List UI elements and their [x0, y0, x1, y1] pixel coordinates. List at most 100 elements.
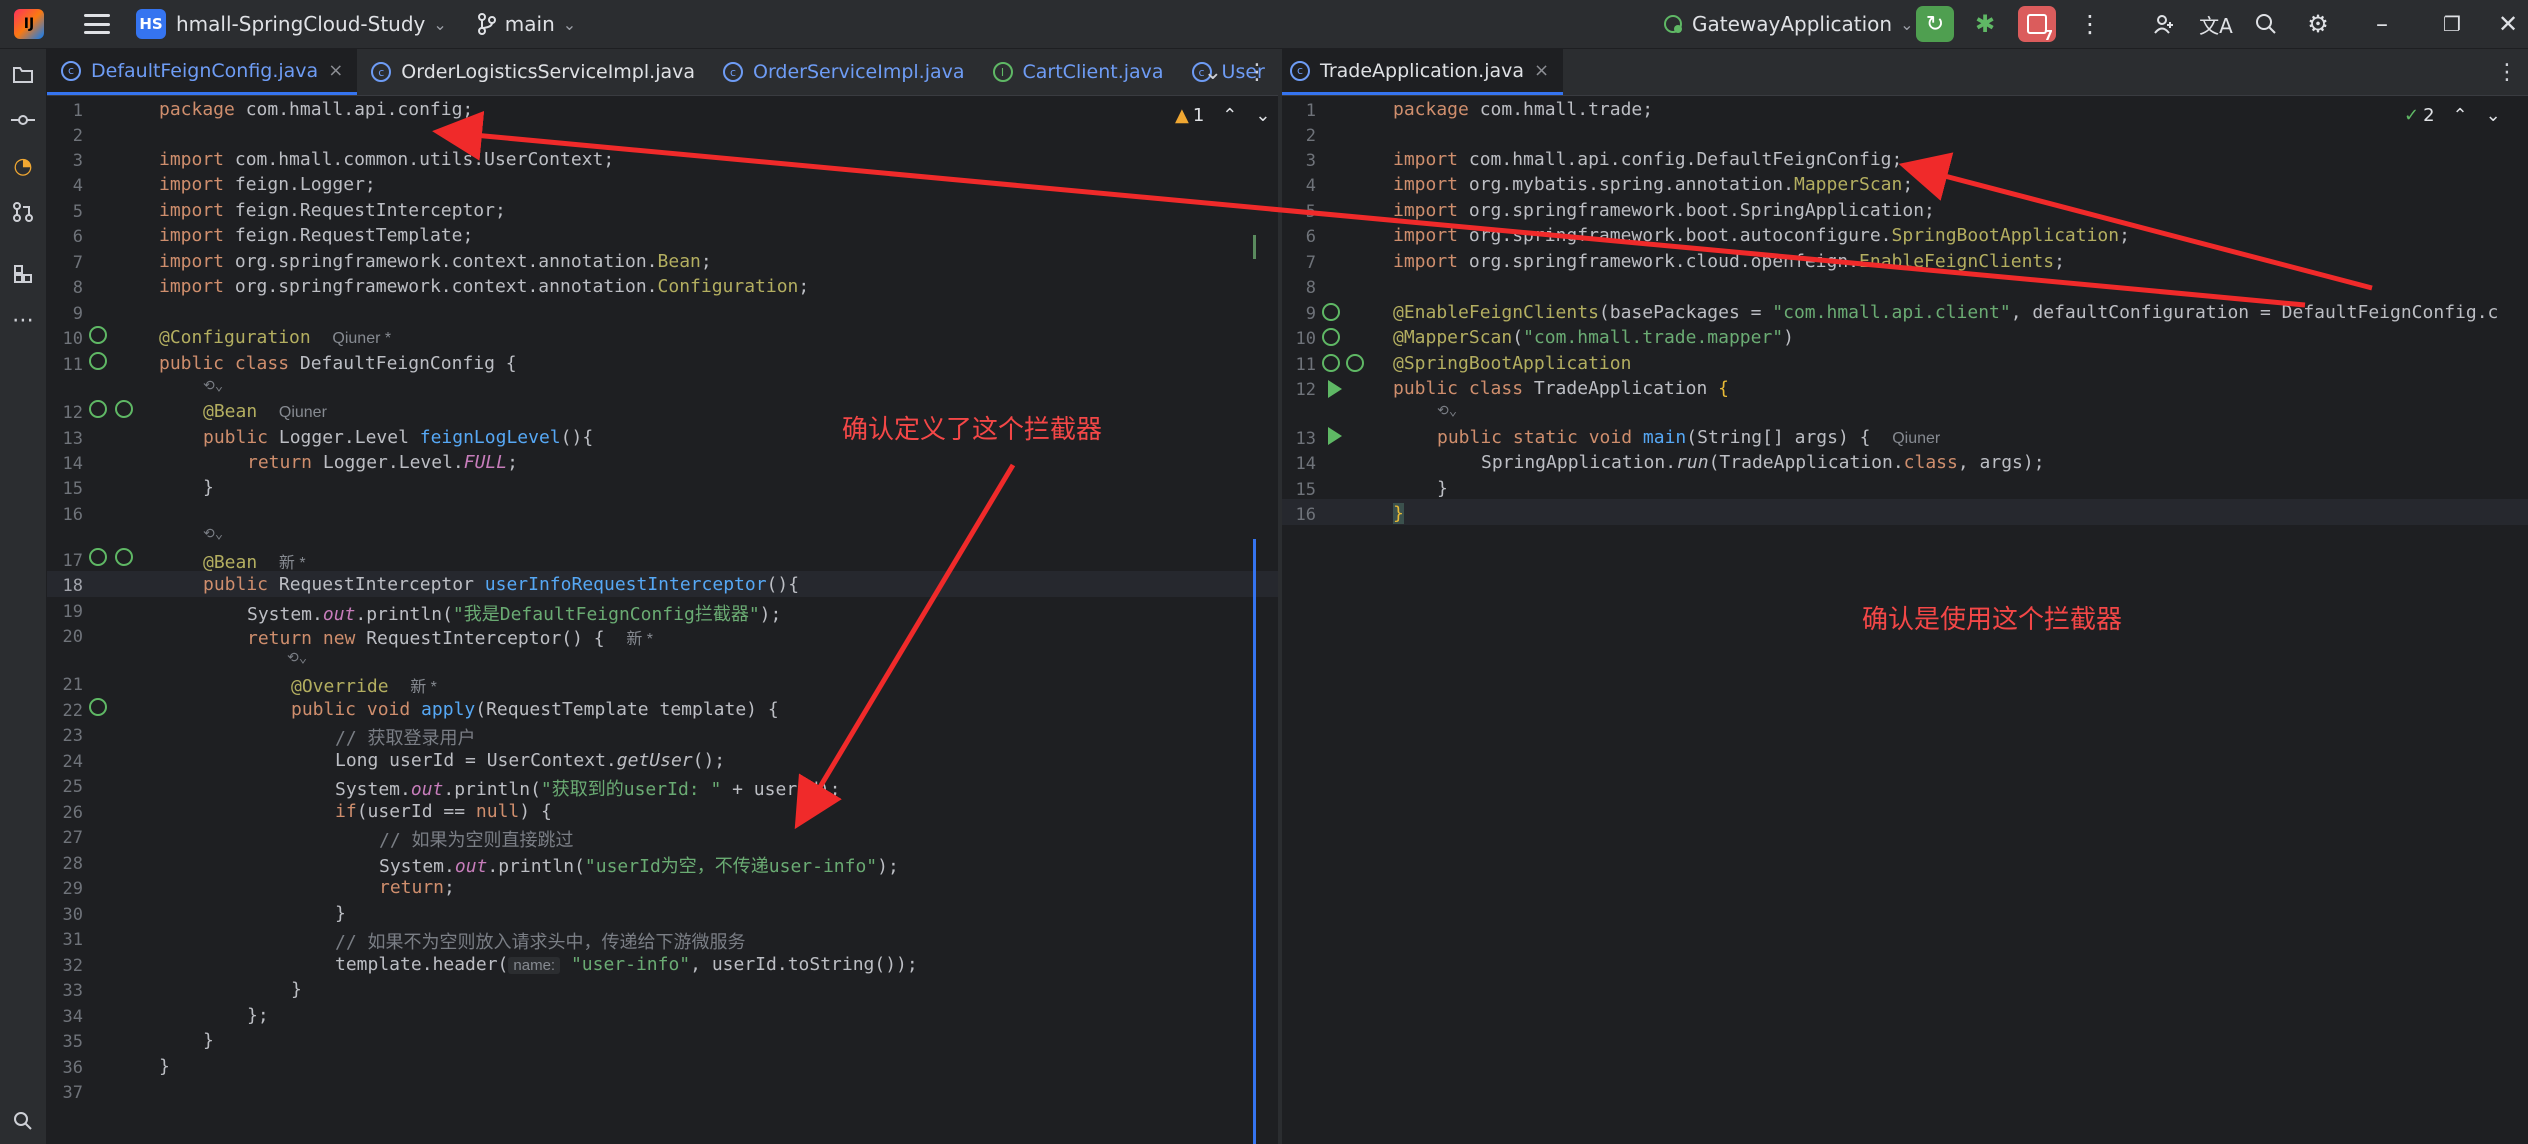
line-number[interactable]: 13: [49, 429, 83, 449]
line-number[interactable]: 9: [1282, 304, 1316, 324]
line-number[interactable]: 37: [49, 1083, 83, 1103]
line-number[interactable]: 16: [1282, 505, 1316, 525]
line-number[interactable]: 28: [49, 854, 83, 874]
code-line-9[interactable]: @EnableFeignClients(basePackages = "com.…: [1393, 302, 2498, 323]
line-number[interactable]: 5: [49, 202, 83, 222]
code-line-14[interactable]: SpringApplication.run(TradeApplication.c…: [1481, 452, 2045, 473]
bean-gutter-icon[interactable]: [89, 548, 107, 566]
fold-marker-icon[interactable]: ⟲⌄: [203, 526, 223, 542]
more-tools-icon[interactable]: ⋯: [0, 297, 46, 343]
line-number[interactable]: 7: [1282, 253, 1316, 273]
code-line-5[interactable]: import org.springframework.boot.SpringAp…: [1393, 200, 1935, 221]
code-line-20[interactable]: return new RequestInterceptor() { 新 *: [247, 625, 653, 649]
code-line-19[interactable]: System.out.println("我是DefaultFeignConfig…: [247, 600, 781, 626]
minimize-icon[interactable]: –: [2362, 4, 2402, 44]
inspection-widget[interactable]: ▲ 1 ⌃ ⌄: [1175, 105, 1270, 126]
code-line-31[interactable]: // 如果不为空则放入请求头中，传递给下游微服务: [335, 928, 746, 954]
line-number[interactable]: 27: [49, 828, 83, 848]
code-line-14[interactable]: return Logger.Level.FULL;: [247, 452, 518, 473]
code-line-1[interactable]: package com.hmall.trade;: [1393, 99, 1653, 120]
line-number[interactable]: 20: [49, 627, 83, 647]
project-folder-icon[interactable]: [0, 51, 46, 97]
code-line-28[interactable]: System.out.println("userId为空，不传递user-inf…: [379, 852, 899, 878]
bean-gutter-icon[interactable]: [115, 400, 133, 418]
search-icon[interactable]: [2246, 4, 2286, 44]
code-line-22[interactable]: public void apply(RequestTemplate templa…: [291, 699, 779, 720]
tab-orderserviceimpl[interactable]: c OrderServiceImpl.java: [709, 49, 979, 95]
line-number[interactable]: 4: [49, 176, 83, 196]
tab-orderlogisticsserviceimpl[interactable]: c OrderLogisticsServiceImpl.java: [357, 49, 709, 95]
line-number[interactable]: 11: [49, 355, 83, 375]
line-number[interactable]: 35: [49, 1032, 83, 1052]
main-menu-icon[interactable]: [84, 14, 110, 34]
restore-icon[interactable]: ❐: [2432, 4, 2472, 44]
code-line-26[interactable]: if(userId == null) {: [335, 801, 552, 822]
code-line-27[interactable]: // 如果为空则直接跳过: [379, 826, 574, 852]
chevron-up-icon[interactable]: ⌃: [2453, 105, 2468, 126]
line-number[interactable]: 15: [49, 479, 83, 499]
fold-marker-icon[interactable]: ⟲⌄: [287, 650, 307, 666]
code-line-30[interactable]: }: [335, 903, 346, 924]
tab-cartclient[interactable]: I CartClient.java: [979, 49, 1178, 95]
code-line-13[interactable]: public Logger.Level feignLogLevel(){: [203, 427, 593, 448]
line-number[interactable]: 31: [49, 930, 83, 950]
code-line-7[interactable]: import org.springframework.context.annot…: [159, 251, 712, 272]
branch-selector[interactable]: main ⌄: [477, 12, 576, 36]
bean-gutter-icon[interactable]: [115, 548, 133, 566]
code-line-3[interactable]: import com.hmall.common.utils.UserContex…: [159, 149, 614, 170]
line-number[interactable]: 4: [1282, 176, 1316, 196]
chevron-down-icon[interactable]: ⌄: [2486, 105, 2501, 126]
code-line-8[interactable]: import org.springframework.context.annot…: [159, 276, 809, 297]
line-number[interactable]: 6: [1282, 227, 1316, 247]
line-number[interactable]: 26: [49, 803, 83, 823]
spring-gutter-icon[interactable]: [1322, 354, 1340, 372]
config-gutter-icon[interactable]: [89, 326, 107, 344]
line-number[interactable]: 36: [49, 1058, 83, 1078]
line-number[interactable]: 12: [1282, 380, 1316, 400]
code-line-23[interactable]: // 获取登录用户: [335, 724, 476, 750]
close-tab-icon[interactable]: ×: [328, 60, 343, 81]
line-number[interactable]: 6: [49, 227, 83, 247]
tab-tradeapplication[interactable]: c TradeApplication.java ×: [1282, 49, 1564, 95]
line-number[interactable]: 12: [49, 403, 83, 423]
class-gutter-icon[interactable]: [89, 352, 107, 370]
line-number[interactable]: 19: [49, 602, 83, 622]
line-number[interactable]: 2: [49, 126, 83, 146]
code-line-16[interactable]: }: [1393, 503, 1404, 524]
tab-defaultfeignconfig[interactable]: c DefaultFeignConfig.java ×: [47, 49, 358, 95]
services-icon[interactable]: ◔: [0, 143, 46, 189]
code-line-10[interactable]: @Configuration Qiuner *: [159, 327, 391, 348]
more-options-icon[interactable]: ⋮: [2496, 60, 2518, 85]
fold-marker-icon[interactable]: ⟲⌄: [1437, 403, 1457, 419]
code-line-7[interactable]: import org.springframework.cloud.openfei…: [1393, 251, 2065, 272]
line-number[interactable]: 18: [49, 576, 83, 596]
bean-gutter-icon[interactable]: [89, 400, 107, 418]
line-number[interactable]: 22: [49, 701, 83, 721]
line-number[interactable]: 1: [49, 101, 83, 121]
code-line-18[interactable]: public RequestInterceptor userInfoReques…: [203, 574, 799, 595]
intellij-logo-icon[interactable]: IJ: [14, 9, 44, 39]
mapper-gutter-icon[interactable]: [1322, 328, 1340, 346]
code-line-15[interactable]: }: [1437, 478, 1448, 499]
line-number[interactable]: 8: [49, 278, 83, 298]
settings-gear-icon[interactable]: ⚙: [2298, 4, 2338, 44]
stop-button[interactable]: 7: [2018, 6, 2056, 44]
rerun-button[interactable]: ↻: [1916, 6, 1954, 42]
add-user-icon[interactable]: [2144, 4, 2184, 44]
structure-icon[interactable]: [0, 251, 46, 297]
code-line-6[interactable]: import feign.RequestTemplate;: [159, 225, 473, 246]
pull-requests-icon[interactable]: [0, 189, 46, 235]
code-line-13[interactable]: public static void main(String[] args) {…: [1437, 427, 1940, 448]
line-number[interactable]: 2: [1282, 126, 1316, 146]
line-number[interactable]: 16: [49, 505, 83, 525]
debug-button[interactable]: ✱: [1966, 6, 2004, 42]
line-number[interactable]: 21: [49, 675, 83, 695]
code-line-15[interactable]: }: [203, 477, 214, 498]
override-gutter-icon[interactable]: [89, 698, 107, 716]
chevron-down-icon[interactable]: ⌄: [1204, 60, 1222, 85]
line-number[interactable]: 9: [49, 304, 83, 324]
line-number[interactable]: 10: [1282, 329, 1316, 349]
fold-marker-icon[interactable]: ⟲⌄: [203, 378, 223, 394]
code-line-29[interactable]: return;: [379, 877, 455, 898]
code-line-34[interactable]: };: [247, 1005, 269, 1026]
